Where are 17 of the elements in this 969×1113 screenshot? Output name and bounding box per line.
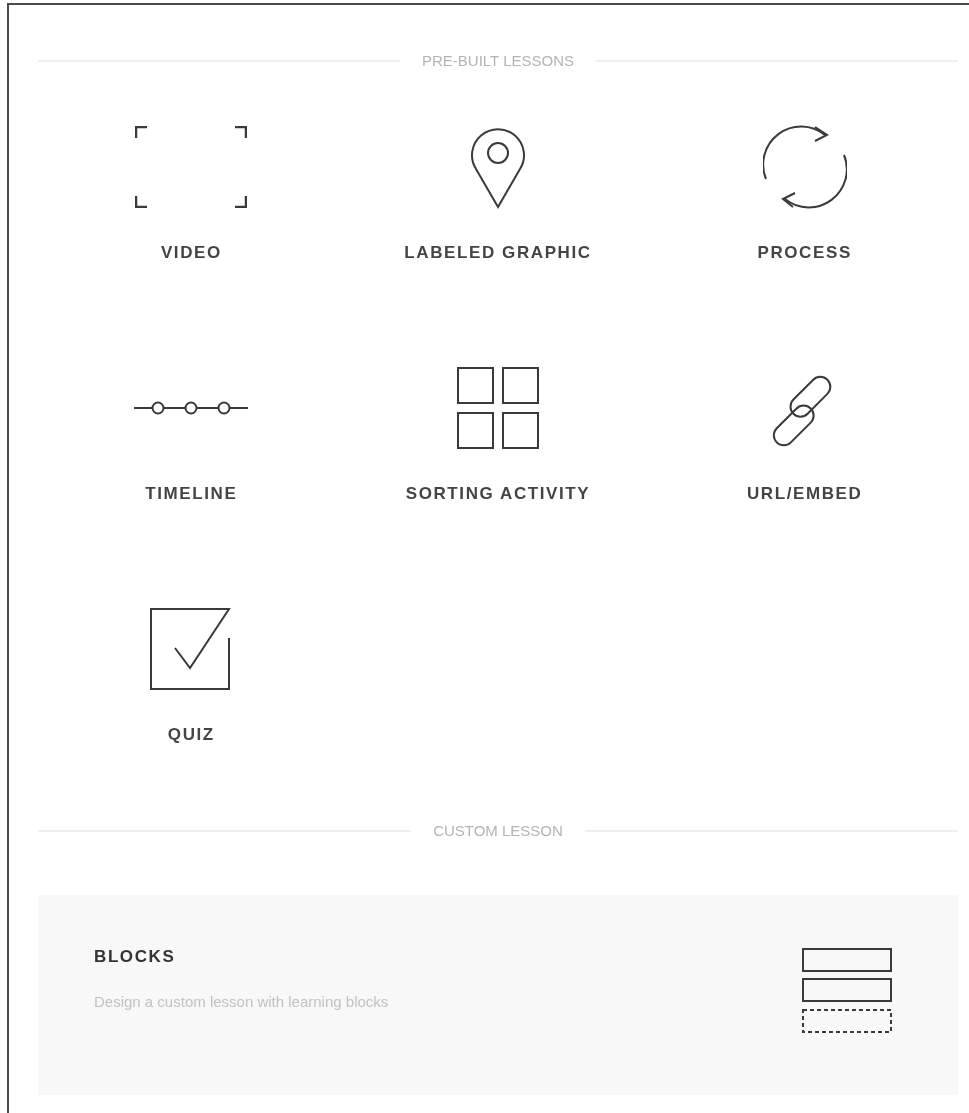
lesson-label[interactable]: LABELED GRAPHIC (404, 243, 592, 263)
section-heading: CUSTOM LESSON (433, 822, 563, 839)
lesson-label[interactable]: VIDEO (160, 243, 222, 263)
section-heading: PRE-BUILT LESSONS (422, 52, 574, 69)
lesson-label[interactable]: SORTING ACTIVITY (405, 484, 591, 504)
card-title: BLOCKS (94, 947, 177, 967)
timeline-icon (134, 401, 249, 415)
checkbox-check-icon (150, 608, 233, 690)
lesson-label[interactable]: PROCESS (757, 243, 852, 263)
lesson-label[interactable]: TIMELINE (145, 484, 238, 504)
lesson-label[interactable]: URL/EMBED (746, 484, 863, 504)
grid-icon (457, 367, 539, 449)
refresh-icon (762, 123, 847, 211)
location-pin-icon (470, 125, 526, 209)
lesson-label[interactable]: QUIZ (167, 725, 215, 745)
frame-corners-icon (135, 126, 248, 208)
stacked-blocks-icon (802, 948, 892, 1034)
